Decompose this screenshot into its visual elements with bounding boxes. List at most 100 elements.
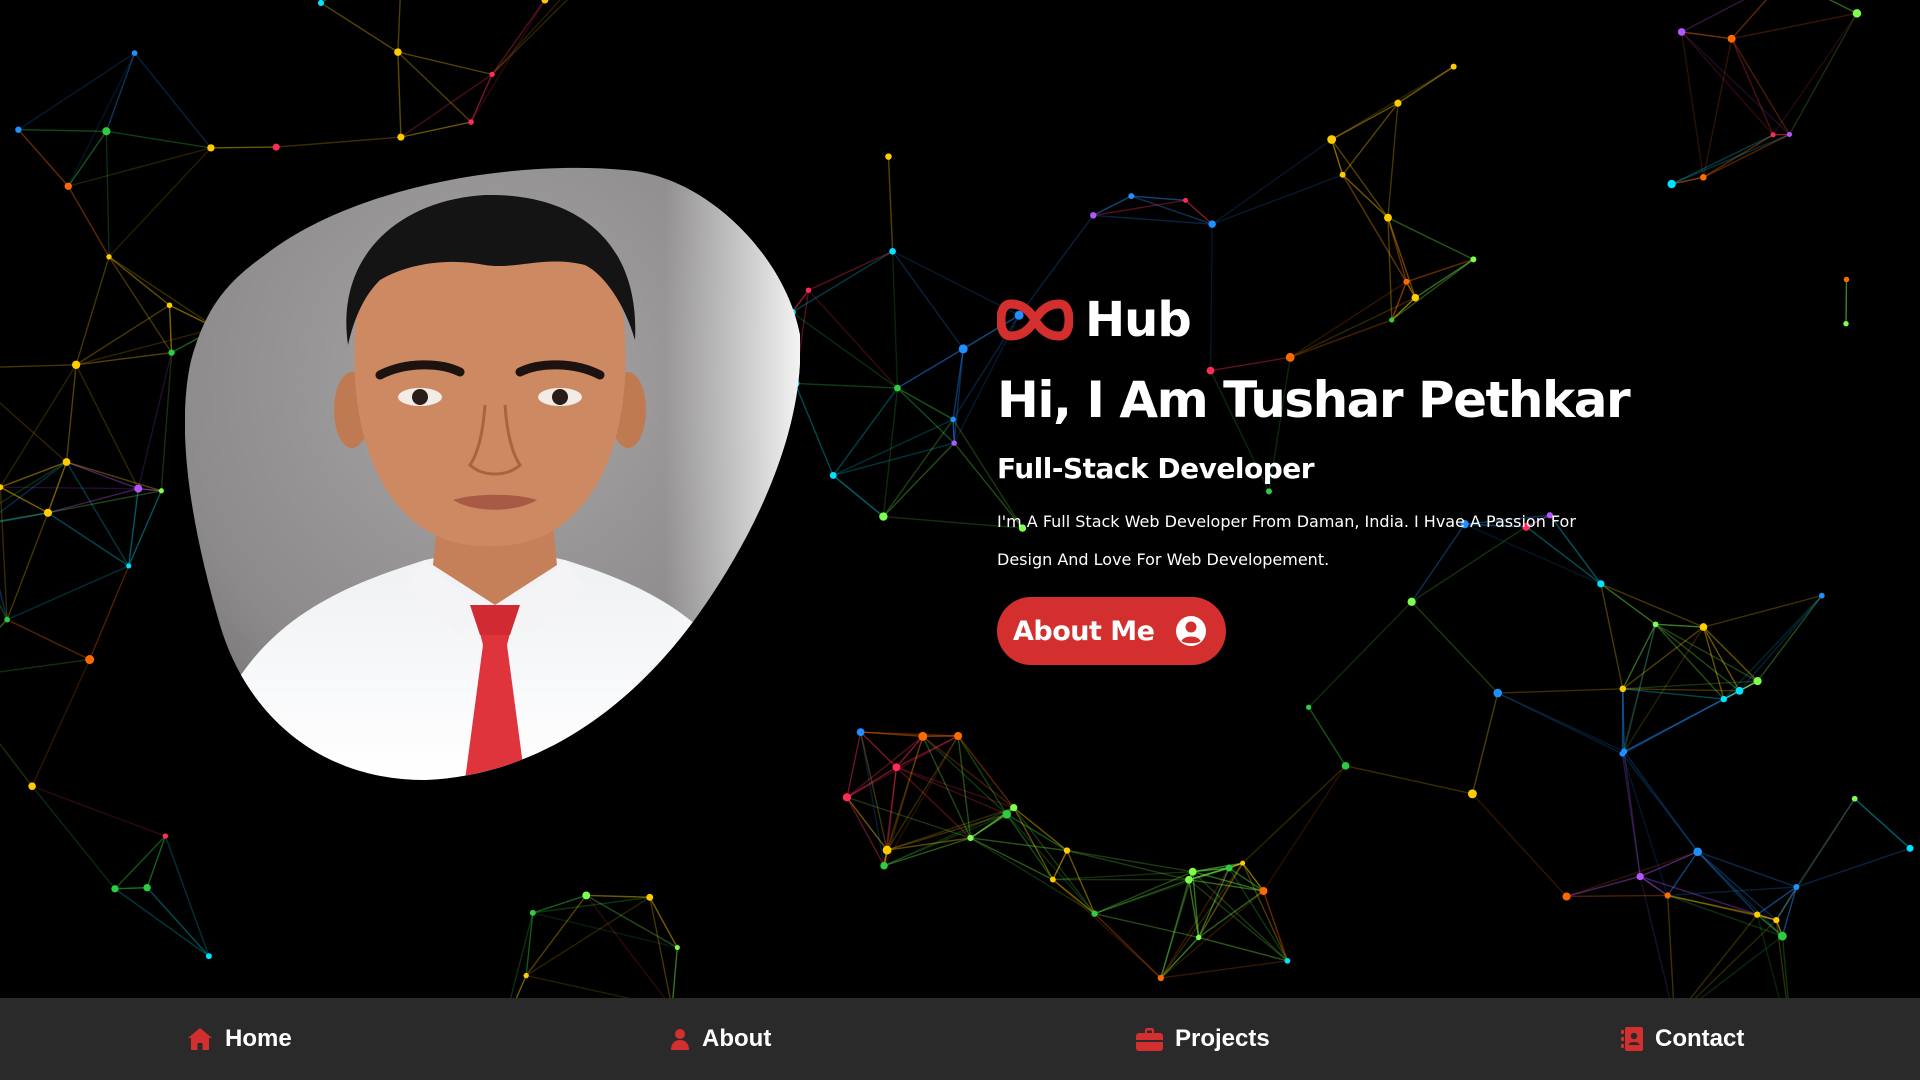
network-link xyxy=(1397,66,1455,104)
network-node xyxy=(951,440,957,446)
network-link xyxy=(807,289,898,389)
infinity-icon xyxy=(997,299,1073,341)
network-link xyxy=(1497,688,1623,694)
network-link xyxy=(970,837,1068,852)
network-link xyxy=(1471,793,1568,897)
network-node xyxy=(4,616,10,623)
network-node xyxy=(1735,686,1744,695)
network-link xyxy=(1262,765,1347,892)
network-link xyxy=(891,251,899,389)
user-icon xyxy=(670,1028,690,1050)
network-link xyxy=(1188,879,1288,962)
network-link xyxy=(791,311,898,389)
network-link xyxy=(1671,133,1790,185)
nav-item-contact[interactable]: Contact xyxy=(1621,998,1744,1080)
network-link xyxy=(397,0,401,53)
network-link xyxy=(1131,195,1213,225)
network-node xyxy=(1621,748,1628,755)
network-node xyxy=(143,883,151,892)
network-node xyxy=(207,144,215,152)
network-link xyxy=(0,486,139,490)
network-node xyxy=(582,891,591,900)
network-node xyxy=(102,127,111,136)
network-link xyxy=(168,305,173,353)
network-link xyxy=(1093,214,1213,225)
network-node xyxy=(1786,131,1793,137)
hero-content: Hub Hi, I Am Tushar Pethkar Full-Stack D… xyxy=(997,288,1717,665)
network-node xyxy=(1843,320,1849,327)
network-node xyxy=(523,972,529,979)
nav-item-projects[interactable]: Projects xyxy=(1136,998,1270,1080)
network-link xyxy=(47,490,162,514)
network-node xyxy=(489,71,495,78)
network-node xyxy=(1843,276,1850,283)
network-link xyxy=(105,52,136,132)
network-link xyxy=(67,52,136,187)
nav-item-about[interactable]: About xyxy=(670,998,771,1080)
network-node xyxy=(166,302,173,309)
network-link xyxy=(1013,807,1054,880)
network-link xyxy=(1006,813,1054,880)
network-link xyxy=(210,146,277,149)
network-node xyxy=(1208,220,1216,228)
network-node xyxy=(529,909,536,916)
network-node xyxy=(1240,860,1246,866)
network-node xyxy=(1090,212,1097,219)
network-node xyxy=(1394,99,1402,107)
page-title: Hi, I Am Tushar Pethkar xyxy=(997,371,1631,429)
network-link xyxy=(896,766,1014,809)
network-link xyxy=(791,250,893,313)
network-link xyxy=(67,185,110,258)
network-node xyxy=(1225,864,1233,872)
network-node xyxy=(1384,213,1392,222)
network-link xyxy=(0,658,90,673)
network-link xyxy=(957,735,972,839)
network-link xyxy=(882,419,954,517)
network-link xyxy=(1241,862,1289,962)
network-link xyxy=(1781,886,1798,937)
network-link xyxy=(1094,912,1199,939)
network-link xyxy=(106,130,212,149)
about-me-button[interactable]: About Me xyxy=(997,597,1227,665)
network-link xyxy=(108,256,170,306)
network-node xyxy=(1450,63,1457,70)
network-link xyxy=(1828,0,1858,14)
network-link xyxy=(794,383,834,476)
about-me-button-label: About Me xyxy=(1013,615,1155,647)
network-link xyxy=(1387,103,1399,218)
network-node xyxy=(918,731,928,741)
network-node xyxy=(1636,872,1644,881)
network-link xyxy=(0,619,8,628)
network-link xyxy=(0,742,33,787)
network-node xyxy=(1619,685,1627,693)
network-node xyxy=(1128,193,1135,200)
network-link xyxy=(75,364,139,489)
network-link xyxy=(1066,849,1193,873)
network-link xyxy=(525,895,587,977)
nav-item-home[interactable]: Home xyxy=(187,998,292,1080)
network-link xyxy=(1094,867,1230,915)
role-subtitle: Full-Stack Developer xyxy=(997,452,1315,485)
network-link xyxy=(105,131,110,257)
network-node xyxy=(1773,917,1780,924)
network-link xyxy=(1697,851,1797,888)
network-node xyxy=(1182,197,1188,203)
network-link xyxy=(1308,706,1347,767)
network-node xyxy=(1341,762,1350,770)
network-node xyxy=(1185,875,1193,884)
network-node xyxy=(1403,278,1410,285)
network-link xyxy=(1331,139,1389,219)
network-node xyxy=(1778,931,1787,941)
network-node xyxy=(1002,810,1012,819)
network-link xyxy=(1211,174,1343,225)
network-node xyxy=(1754,911,1761,918)
network-link xyxy=(65,364,77,463)
network-link xyxy=(808,250,893,291)
network-node xyxy=(954,731,963,741)
network-link xyxy=(31,659,91,787)
nav-item-label: Projects xyxy=(1175,1025,1270,1052)
network-link xyxy=(0,512,49,522)
network-link xyxy=(0,461,67,488)
network-node xyxy=(882,845,892,855)
brand-name: Hub xyxy=(1085,292,1192,348)
